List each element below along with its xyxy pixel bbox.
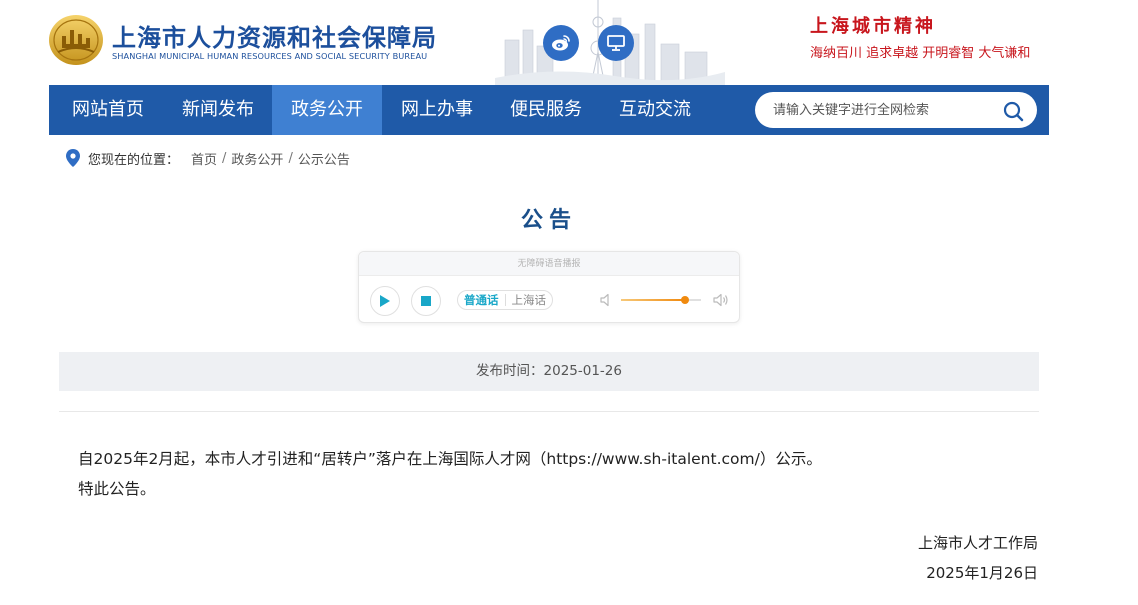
article-body: 自2025年2月起，本市人才引进和“居转户”落户在上海国际人才网（https:/… [78,444,822,504]
nav-item-online-services[interactable]: 网上办事 [382,85,492,135]
nav-item-gov-affairs[interactable]: 政务公开 [272,85,382,135]
breadcrumb-announcements[interactable]: 公示公告 [298,149,350,168]
site-subtitle: SHANGHAI MUNICIPAL HUMAN RESOURCES AND S… [112,51,428,61]
article-paragraph: 特此公告。 [78,480,156,498]
dialect-shanghainese[interactable]: 上海话 [512,292,547,308]
search-box [755,92,1037,128]
location-pin-icon [66,149,80,167]
weibo-button[interactable] [543,25,579,61]
desktop-version-button[interactable] [598,25,634,61]
breadcrumb-home[interactable]: 首页 [191,149,217,168]
stop-button[interactable] [411,286,441,316]
city-spirit-slogan: 海纳百川 追求卓越 开明睿智 大气谦和 [810,46,1031,61]
volume-slider[interactable] [621,296,701,304]
volume-low-icon[interactable] [600,293,612,307]
search-input[interactable] [773,92,993,128]
weibo-icon [552,35,570,51]
content-divider [59,411,1039,412]
dialect-mandarin[interactable]: 普通话 [464,292,499,308]
volume-slider-handle[interactable] [681,296,689,304]
play-icon [380,295,390,307]
accessibility-audio-player: 无障碍语音播报 普通话 上海话 [358,251,740,323]
site-title: 上海市人力资源和社会保障局 [112,24,437,52]
nav-item-interaction[interactable]: 互动交流 [600,85,710,135]
article-paragraph: 自2025年2月起，本市人才引进和“居转户”落户在上海国际人才网（https:/… [78,450,822,468]
dialect-toggle: 普通话 上海话 [457,290,553,310]
breadcrumb-label: 您现在的位置： [88,152,180,168]
search-icon[interactable] [1002,100,1024,122]
nav-item-news[interactable]: 新闻发布 [163,85,273,135]
nav-item-public-services[interactable]: 便民服务 [491,85,601,135]
volume-high-icon[interactable] [713,293,729,307]
breadcrumb-gov-affairs[interactable]: 政务公开 [231,149,283,168]
signature-date: 2025年1月26日 [926,564,1038,582]
desktop-icon [607,35,625,51]
stop-icon [421,296,431,306]
main-nav: 网站首页 新闻发布 政务公开 网上办事 便民服务 互动交流 [49,85,1049,135]
city-spirit-title: 上海城市精神 [810,16,936,37]
breadcrumb-separator: / [288,150,293,166]
breadcrumb: 您现在的位置： 首页 / 政务公开 / 公示公告 [66,148,350,168]
site-header: 上海市人力资源和社会保障局 SHANGHAI MUNICIPAL HUMAN R… [0,0,1138,85]
nav-item-home[interactable]: 网站首页 [49,85,167,135]
article-title: 公告 [520,208,577,233]
player-header: 无障碍语音播报 [359,252,739,276]
play-button[interactable] [370,286,400,316]
signature-organization: 上海市人才工作局 [917,534,1038,552]
publish-time: 发布时间：2025-01-26 [59,352,1039,391]
bureau-emblem-icon[interactable] [48,14,104,66]
volume-slider-fill [621,299,685,301]
dialect-divider [504,294,506,306]
breadcrumb-separator: / [222,150,227,166]
